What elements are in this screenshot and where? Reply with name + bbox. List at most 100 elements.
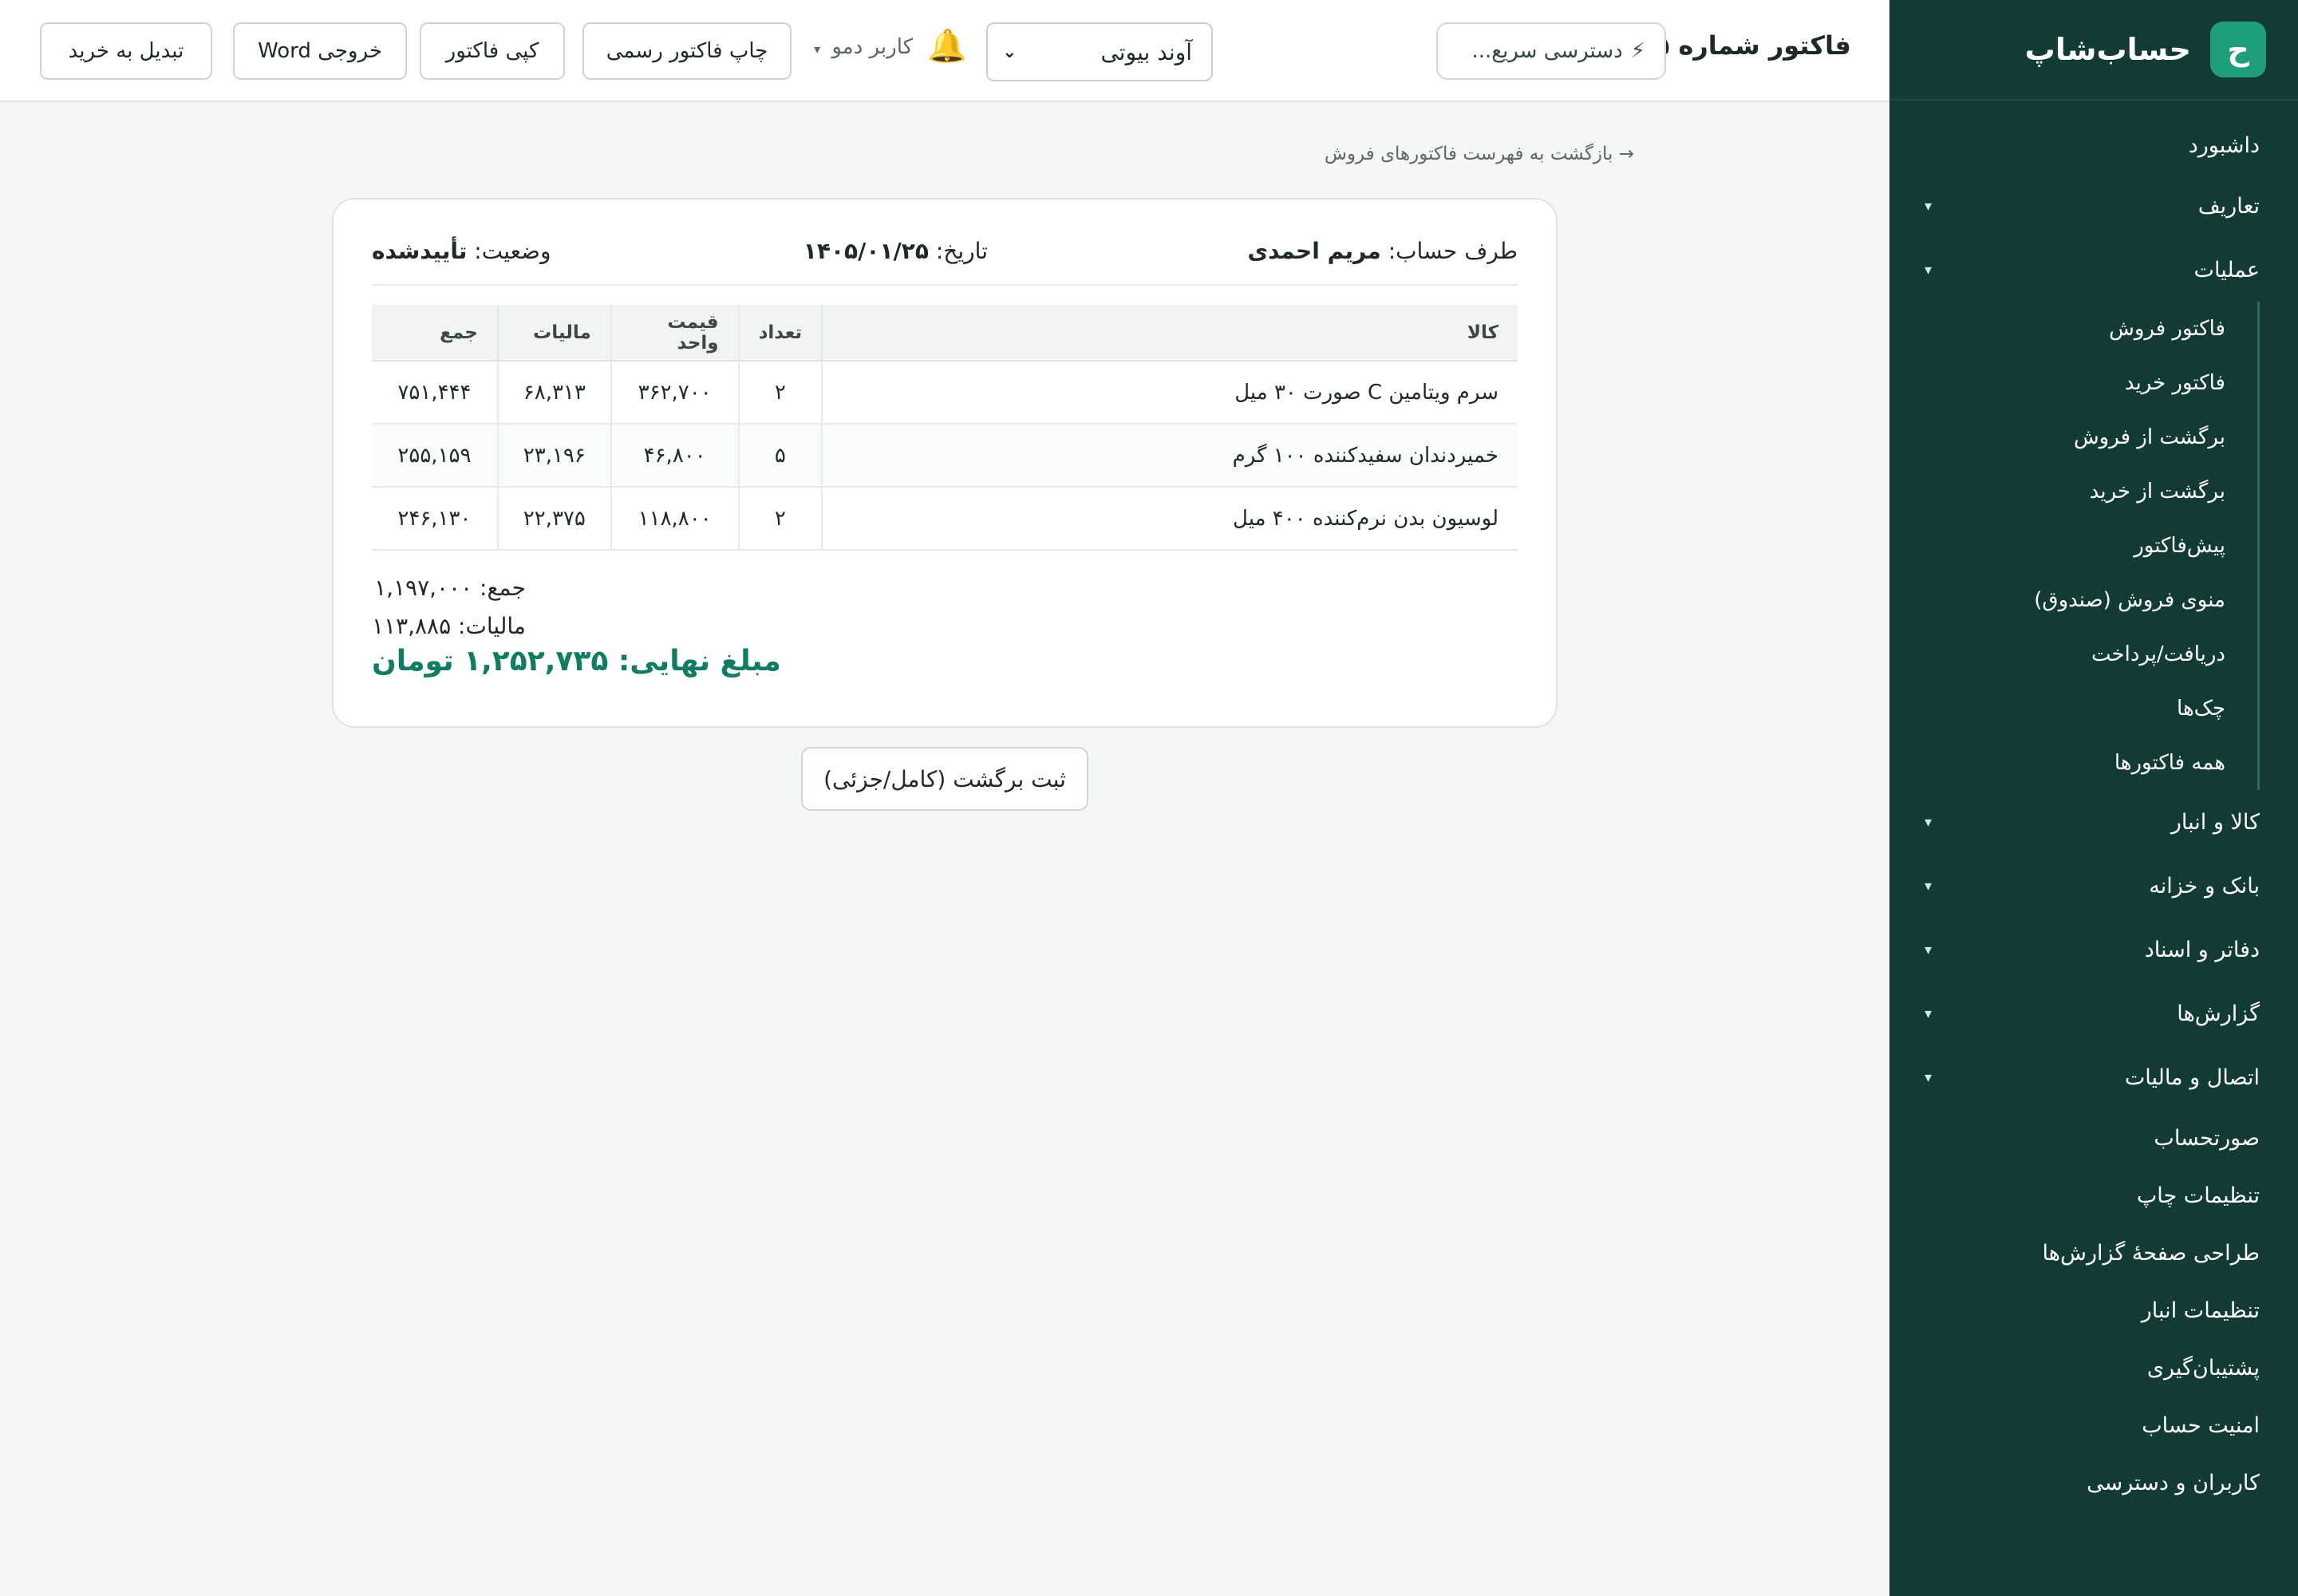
sidebar-item-inventory-settings[interactable]: تنظیمات انبار: [1889, 1282, 2298, 1339]
cell-tax: ۶۸,۳۱۳: [496, 361, 611, 425]
sidebar-item-label: گزارش‌ها: [2177, 1001, 2260, 1026]
chevron-down-icon: ▾: [1925, 877, 1933, 895]
table-header-row: کالا تعداد قیمت واحد مالیات جمع: [372, 305, 1518, 361]
cell-qty: ۲: [737, 361, 823, 425]
cell-total: ۲۵۵,۱۵۹: [372, 424, 498, 488]
sidebar-item-label: تعاریف: [2197, 193, 2260, 219]
sidebar-item-backup[interactable]: پشتیبان‌گیری: [1889, 1339, 2298, 1396]
sidebar-item-label: داشبورد: [2188, 132, 2260, 158]
sidebar-item-ledgers[interactable]: دفاتر و اسناد ▾: [1889, 918, 2298, 982]
chevron-down-icon: ⌄: [1002, 41, 1017, 62]
sidebar-item-operations[interactable]: عملیات ▾: [1889, 238, 2298, 302]
sidebar-subitem-proforma[interactable]: پیش‌فاکتور: [1889, 519, 2225, 573]
brand: ح حساب‌شاپ: [1889, 0, 2298, 101]
chevron-down-icon: ▾: [1925, 1069, 1933, 1086]
register-return-button[interactable]: ثبت برگشت (کامل/جزئی): [801, 747, 1088, 811]
date-value: ۱۴۰۵/۰۱/۲۵: [803, 238, 929, 264]
sidebar-item-reports[interactable]: گزارش‌ها ▾: [1889, 982, 2298, 1045]
chevron-down-icon: ▾: [1925, 197, 1933, 215]
sidebar-nav: داشبورد تعاریف ▾ عملیات ▾ فاکتور فروش فا…: [1889, 101, 2298, 1511]
column-header-total: جمع: [372, 305, 498, 361]
sidebar-subitem-receipts[interactable]: دریافت/پرداخت: [1889, 627, 2225, 681]
invoice-date: تاریخ: ۱۴۰۵/۰۱/۲۵: [804, 238, 988, 264]
sidebar-item-integration-tax[interactable]: اتصال و مالیات ▾: [1889, 1045, 2298, 1109]
cell-unit-price: ۳۶۲,۷۰۰: [610, 361, 739, 425]
party-value: مریم احمدی: [1247, 238, 1381, 264]
cell-unit-price: ۴۶,۸۰۰: [610, 424, 739, 488]
export-word-button[interactable]: خروجی Word: [233, 22, 407, 80]
chevron-down-icon: ▾: [1925, 941, 1933, 958]
status-value: تأییدشده: [372, 238, 468, 264]
cell-tax: ۲۲,۳۷۵: [496, 487, 611, 551]
bell-icon[interactable]: 🔔: [927, 27, 967, 65]
column-header-unit-price: قیمت واحد: [610, 305, 739, 361]
cell-item: لوسیون بدن نرم‌کننده ۴۰۰ میل: [821, 487, 1518, 551]
column-header-qty: تعداد: [737, 305, 823, 361]
back-to-sales-invoices-link[interactable]: → بازگشت به فهرست فاکتورهای فروش: [1325, 144, 1634, 164]
quick-access-input[interactable]: ⚡ دسترسی سریع...: [1436, 22, 1666, 80]
top-header: فاکتور شماره ۵۵ ⚡ دسترسی سریع... آوند بی…: [0, 0, 1889, 102]
cell-item: سرم ویتامین C صورت ۳۰ میل: [821, 361, 1518, 425]
cell-total: ۲۴۶,۱۳۰: [372, 487, 498, 551]
sidebar-item-statement[interactable]: صورتحساب: [1889, 1109, 2298, 1167]
sidebar-subitem-pos[interactable]: منوی فروش (صندوق): [1889, 573, 2225, 627]
sidebar-item-dashboard[interactable]: داشبورد: [1889, 117, 2298, 174]
sidebar-item-users[interactable]: کاربران و دسترسی: [1889, 1454, 2298, 1511]
sidebar-subitem-sales-invoice[interactable]: فاکتور فروش: [1889, 302, 2225, 356]
cell-total: ۷۵۱,۴۴۴: [372, 361, 498, 425]
cell-item: خمیردندان سفیدکننده ۱۰۰ گرم: [821, 424, 1518, 488]
status-label: وضعیت:: [474, 238, 551, 264]
invoice-status: وضعیت: تأییدشده: [372, 238, 551, 264]
chevron-down-icon: ▾: [1925, 813, 1933, 831]
sidebar-item-bank[interactable]: بانک و خزانه ▾: [1889, 854, 2298, 918]
quick-access-placeholder: دسترسی سریع...: [1471, 39, 1623, 63]
sidebar-item-security[interactable]: امنیت حساب: [1889, 1396, 2298, 1454]
chevron-down-icon: ▾: [1925, 1005, 1933, 1022]
sidebar-item-label: کالا و انبار: [2170, 809, 2260, 835]
invoice-meta: طرف حساب: مریم احمدی تاریخ: ۱۴۰۵/۰۱/۲۵ و…: [372, 238, 1518, 286]
convert-to-purchase-button[interactable]: تبدیل به خرید: [40, 22, 212, 80]
shop-select[interactable]: آوند بیوتی ⌄: [986, 22, 1213, 81]
sidebar-subitem-purchase-return[interactable]: برگشت از خرید: [1889, 464, 2225, 519]
user-name: کاربر دمو: [831, 35, 913, 59]
sidebar-item-inventory[interactable]: کالا و انبار ▾: [1889, 790, 2298, 854]
date-label: تاریخ:: [935, 238, 988, 264]
sidebar-subitem-sales-return[interactable]: برگشت از فروش: [1889, 410, 2225, 464]
user-menu[interactable]: کاربر دمو ▾: [814, 35, 913, 59]
sidebar-item-definitions[interactable]: تعاریف ▾: [1889, 174, 2298, 238]
table-row: خمیردندان سفیدکننده ۱۰۰ گرم ۵ ۴۶,۸۰۰ ۲۳,…: [372, 424, 1518, 488]
invoice-items-table: کالا تعداد قیمت واحد مالیات جمع سرم ویتا…: [372, 305, 1518, 551]
column-header-tax: مالیات: [496, 305, 611, 361]
copy-invoice-button[interactable]: کپی فاکتور: [420, 22, 565, 80]
grand-total: مبلغ نهایی: ۱,۲۵۲,۷۳۵ تومان: [372, 645, 781, 678]
sidebar-subitem-cheques[interactable]: چک‌ها: [1889, 681, 2225, 736]
sidebar-item-print-settings[interactable]: تنظیمات چاپ: [1889, 1167, 2298, 1224]
sidebar-extra-items: صورتحساب تنظیمات چاپ طراحی صفحهٔ گزارش‌ه…: [1889, 1109, 2298, 1511]
sidebar-item-report-designer[interactable]: طراحی صفحهٔ گزارش‌ها: [1889, 1224, 2298, 1282]
party-label: طرف حساب:: [1388, 238, 1518, 264]
sidebar-item-label: عملیات: [2193, 257, 2260, 282]
invoice-card: طرف حساب: مریم احمدی تاریخ: ۱۴۰۵/۰۱/۲۵ و…: [332, 198, 1558, 728]
table-row: سرم ویتامین C صورت ۳۰ میل ۲ ۳۶۲,۷۰۰ ۶۸,۳…: [372, 361, 1518, 425]
cell-qty: ۵: [737, 424, 823, 488]
chevron-down-icon: ▾: [1925, 261, 1933, 279]
operations-submenu: فاکتور فروش فاکتور خرید برگشت از فروش بر…: [1889, 302, 2260, 790]
shop-select-value: آوند بیوتی: [1100, 38, 1192, 65]
table-row: لوسیون بدن نرم‌کننده ۴۰۰ میل ۲ ۱۱۸,۸۰۰ ۲…: [372, 487, 1518, 551]
sidebar-subitem-all-invoices[interactable]: همه فاکتورها: [1889, 736, 2225, 790]
invoice-party: طرف حساب: مریم احمدی: [1247, 238, 1518, 264]
cell-tax: ۲۳,۱۹۶: [496, 424, 611, 488]
caret-down-icon: ▾: [814, 41, 821, 57]
sidebar: ح حساب‌شاپ داشبورد تعاریف ▾ عملیات ▾ فاک…: [1889, 0, 2298, 1596]
cell-unit-price: ۱۱۸,۸۰۰: [610, 487, 739, 551]
sidebar-item-label: بانک و خزانه: [2149, 873, 2260, 899]
print-official-invoice-button[interactable]: چاپ فاکتور رسمی: [582, 22, 792, 80]
bolt-icon: ⚡: [1630, 39, 1645, 63]
tax-total: مالیات: ۱۱۳,۸۸۵: [372, 612, 526, 639]
sidebar-item-label: اتصال و مالیات: [2124, 1065, 2260, 1090]
cell-qty: ۲: [737, 487, 823, 551]
subtotal: جمع: ۱,۱۹۷,۰۰۰: [374, 574, 526, 601]
sidebar-subitem-purchase-invoice[interactable]: فاکتور خرید: [1889, 356, 2225, 410]
brand-name: حساب‌شاپ: [2024, 32, 2191, 67]
column-header-item: کالا: [821, 305, 1518, 361]
